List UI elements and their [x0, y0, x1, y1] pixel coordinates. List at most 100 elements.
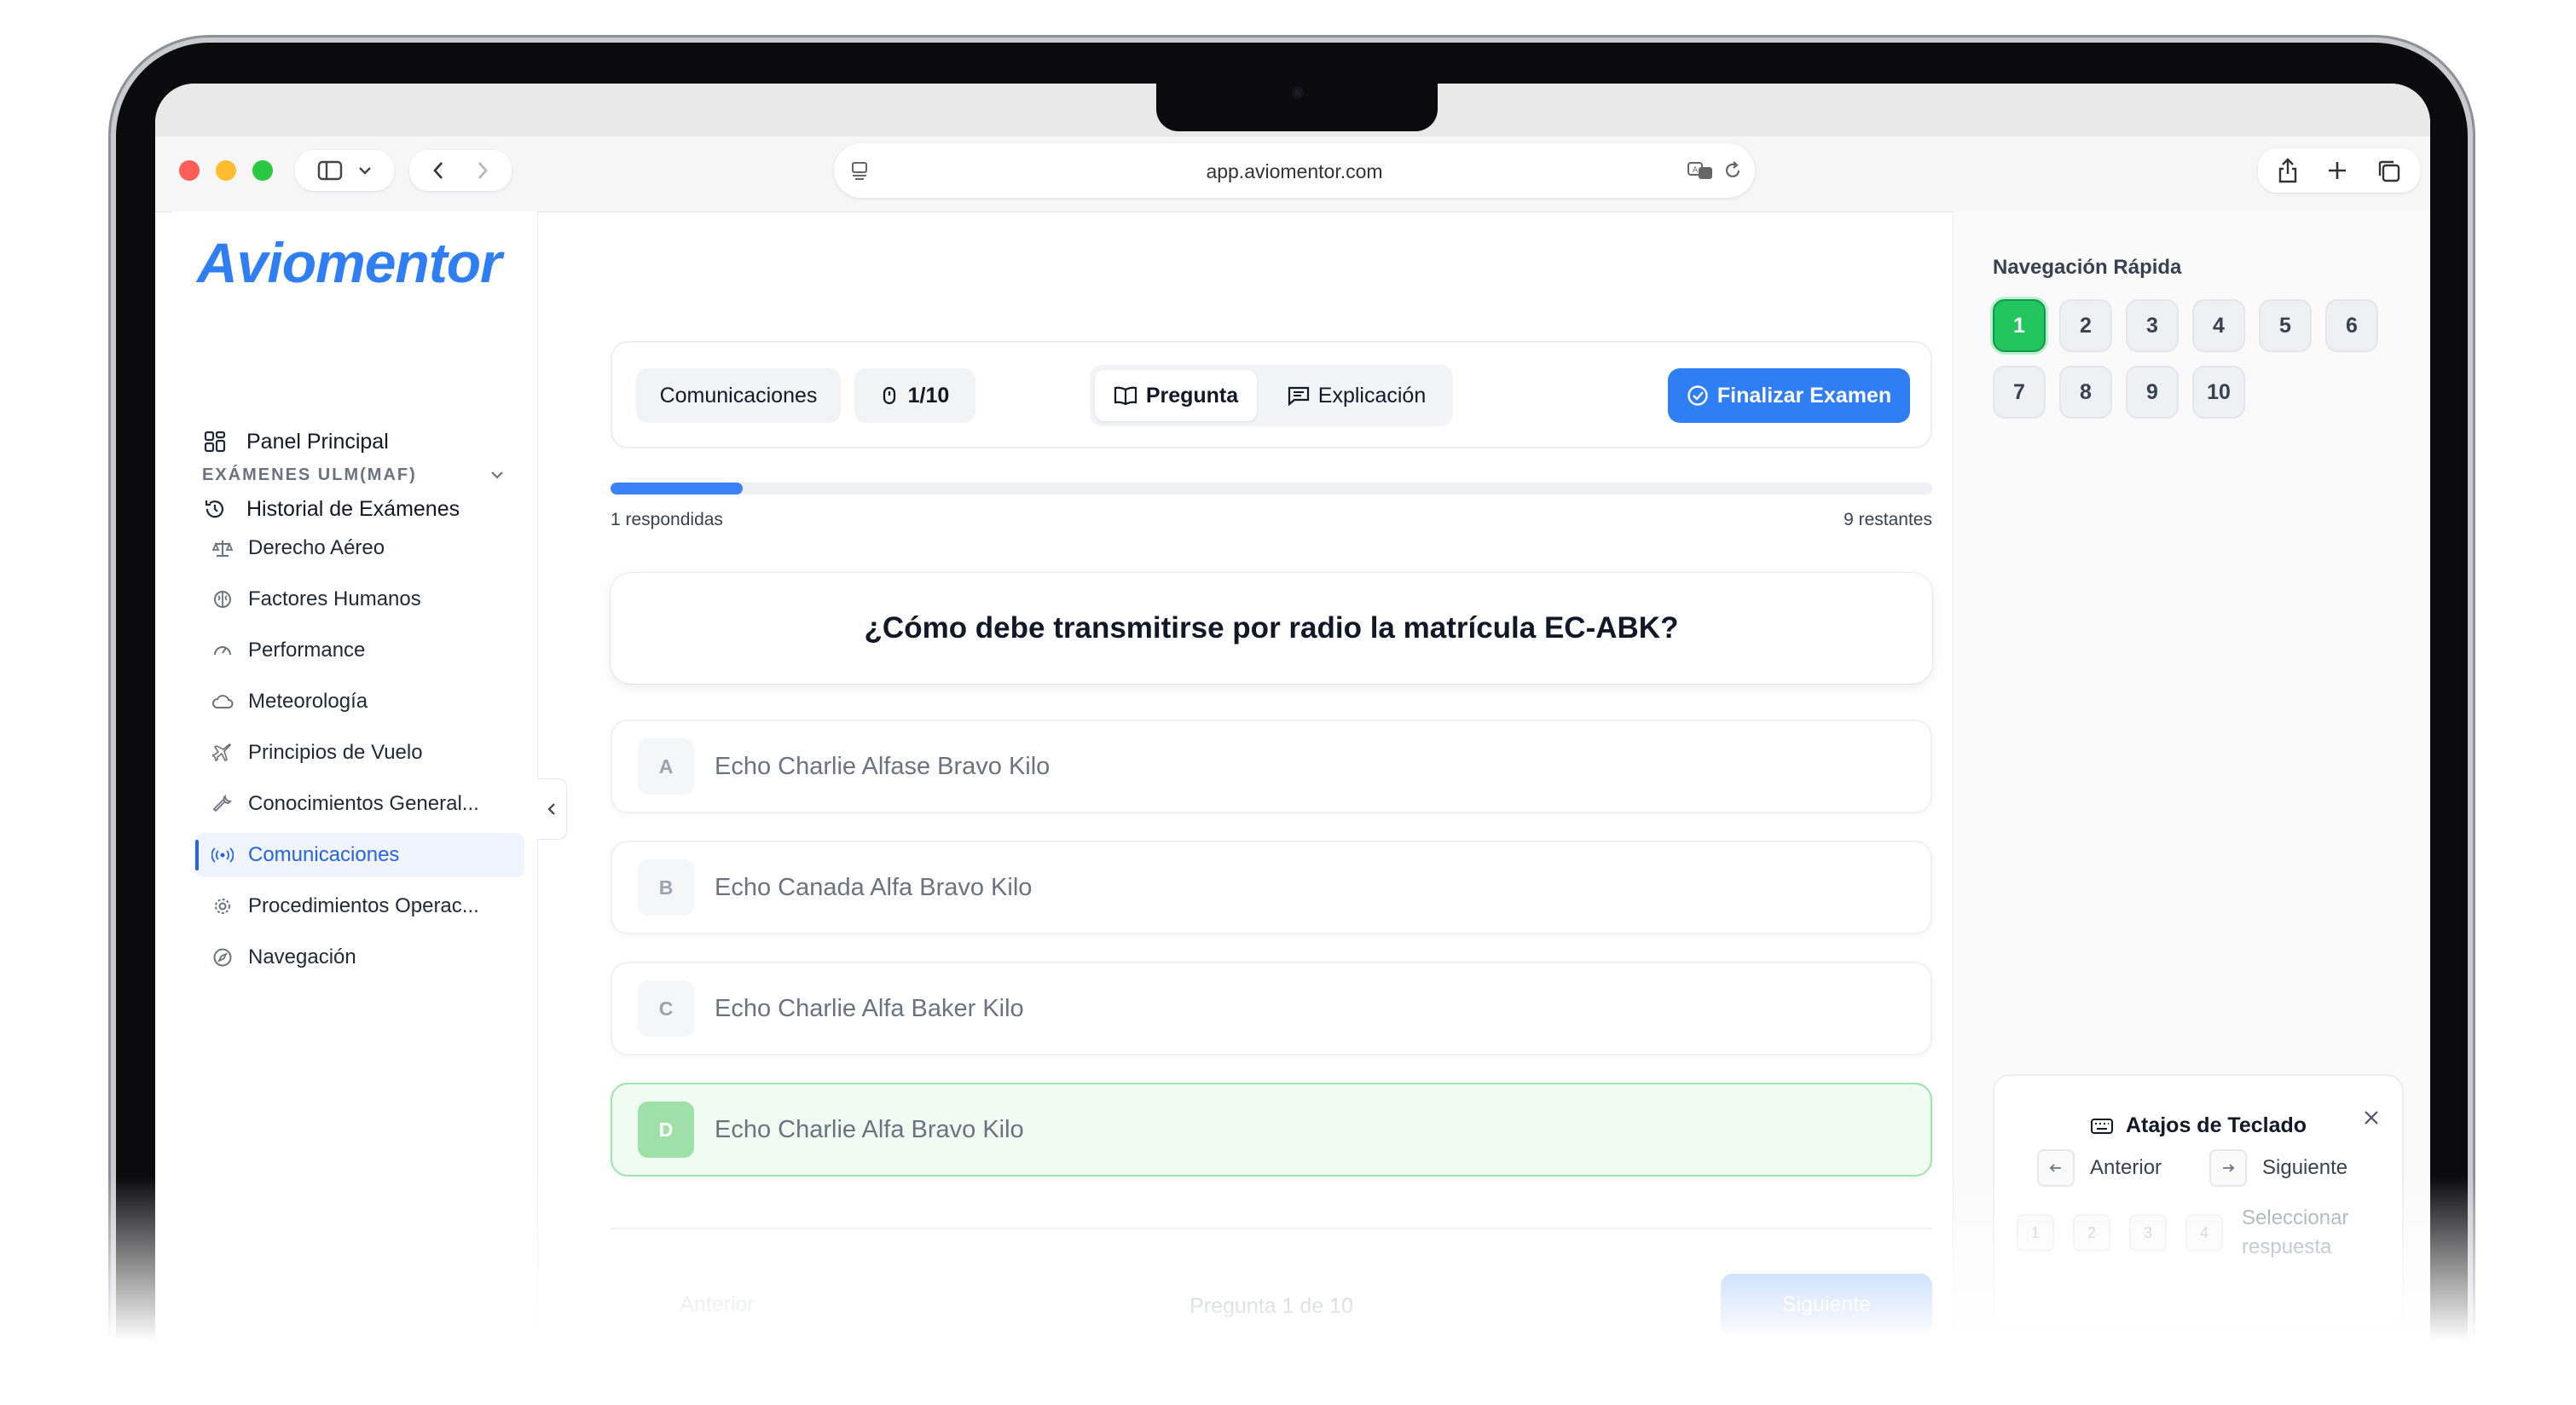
exam-main: Comunicaciones 1/10 Pregunta Explicación… [564, 211, 2095, 1373]
plus-icon[interactable] [2327, 160, 2347, 181]
arrow-right-icon [2223, 1164, 2235, 1172]
scale-icon [211, 536, 234, 560]
number-key: 2 [2073, 1214, 2110, 1252]
question-card: ¿Cómo debe transmitirse por radio la mat… [611, 573, 1932, 684]
arrow-left-key [2037, 1149, 2075, 1187]
chevron-right-icon[interactable] [477, 160, 489, 181]
answer-option-a[interactable]: A Echo Charlie Alfase Bravo Kilo [611, 720, 1932, 813]
app-logo[interactable]: Aviomentor [197, 230, 502, 295]
view-toggle: Pregunta Explicación [1090, 365, 1453, 426]
sidebar-item-label: Comunicaciones [248, 843, 400, 866]
sidebar-item-navegacion[interactable]: Navegación [195, 935, 524, 980]
number-key: 1 [2017, 1214, 2054, 1252]
chevron-down-icon[interactable] [489, 465, 505, 485]
cloud-icon [211, 690, 234, 714]
question-nav-button[interactable]: 4 [2192, 299, 2245, 352]
check-circle-icon [1687, 385, 1708, 406]
option-text: Echo Charlie Alfase Bravo Kilo [715, 752, 1051, 780]
timer-icon [883, 386, 895, 405]
finish-label: Finalizar Examen [1716, 383, 1892, 408]
minimize-window-button[interactable] [216, 160, 236, 181]
close-icon[interactable] [2363, 1105, 2380, 1132]
url-text: app.aviomentor.com [1206, 160, 1383, 182]
zoom-window-button[interactable] [252, 160, 273, 181]
question-nav-button[interactable]: 2 [2059, 299, 2112, 352]
dashboard-icon [202, 429, 228, 454]
compass-icon [211, 945, 234, 969]
tab-label: Pregunta [1145, 383, 1239, 408]
sidebar-toggle-button[interactable] [295, 150, 394, 191]
answered-count: 1 respondidas [611, 510, 723, 529]
sidebar-item-principios-vuelo[interactable]: Principios de Vuelo [195, 731, 524, 775]
shortcuts-header: Atajos de Teclado [1994, 1113, 2402, 1138]
question-nav-button[interactable]: 10 [2192, 366, 2245, 419]
gauge-icon [211, 639, 234, 662]
finish-exam-button[interactable]: Finalizar Examen [1668, 368, 1910, 423]
shortcuts-title: Atajos de Teclado [2125, 1113, 2307, 1137]
section-header[interactable]: EXÁMENES ULM(MAF) [202, 465, 417, 485]
sidebar-item-comunicaciones[interactable]: Comunicaciones [195, 833, 524, 877]
tab-label: Explicación [1317, 383, 1427, 408]
sidebar-item-derecho-aereo[interactable]: Derecho Aéreo [195, 526, 524, 570]
radio-icon [211, 843, 234, 867]
shortcut-select: 1 2 3 4 Seleccionar respuesta [2017, 1204, 2361, 1262]
message-icon [1288, 386, 1309, 406]
remaining-count: 9 restantes [1844, 510, 1932, 529]
question-text: ¿Cómo debe transmitirse por radio la mat… [864, 611, 1679, 645]
answer-option-b[interactable]: B Echo Canada Alfa Bravo Kilo [611, 841, 1932, 934]
shortcut-previous: Anterior [2037, 1149, 2162, 1187]
progress-fill [611, 483, 743, 494]
shortcut-next: Siguiente [2209, 1149, 2347, 1187]
laptop-screen: app.aviomentor.com A Aviomentor Panel Pr… [155, 84, 2430, 1373]
address-bar[interactable]: app.aviomentor.com A [834, 143, 1755, 198]
sidebar-item-label: Procedimientos Operac... [248, 894, 479, 917]
gear-icon [211, 894, 234, 918]
history-icon [202, 496, 228, 522]
sidebar-item-meteorologia[interactable]: Meteorología [195, 679, 524, 724]
reload-icon[interactable] [1722, 160, 1743, 181]
collapse-sidebar-button[interactable] [537, 778, 567, 840]
question-nav-button[interactable]: 5 [2259, 299, 2312, 352]
keyboard-icon [2090, 1118, 2113, 1134]
tab-explicacion[interactable]: Explicación [1265, 370, 1448, 421]
sidebar-item-factores-humanos[interactable]: Factores Humanos [195, 577, 524, 622]
sidebar-item-label: Principios de Vuelo [248, 741, 423, 764]
option-text: Echo Charlie Alfa Baker Kilo [715, 994, 1024, 1022]
close-window-button[interactable] [179, 160, 200, 181]
shortcut-label: Seleccionar respuesta [2242, 1206, 2349, 1258]
wrench-icon [211, 792, 234, 816]
sidebar-item-label: Navegación [248, 945, 356, 968]
tab-pregunta[interactable]: Pregunta [1095, 370, 1257, 421]
book-open-icon [1114, 386, 1137, 406]
sidebar-item-label: Performance [248, 639, 366, 662]
translate-icon[interactable]: A [1687, 160, 1716, 181]
number-key: 3 [2129, 1214, 2167, 1252]
sidebar-item-historial[interactable]: Historial de Exámenes [202, 496, 460, 522]
question-counter: 1/10 [854, 368, 975, 423]
progress-bar [611, 483, 1932, 494]
sidebar-item-procedimientos[interactable]: Procedimientos Operac... [195, 884, 524, 928]
question-nav-button[interactable]: 9 [2126, 366, 2179, 419]
chevron-left-icon[interactable] [432, 160, 444, 181]
question-nav-button[interactable]: 1 [1993, 299, 2046, 352]
share-icon[interactable] [2278, 158, 2298, 183]
answer-option-d[interactable]: D Echo Charlie Alfa Bravo Kilo [611, 1083, 1932, 1177]
browser-actions [2258, 148, 2420, 193]
number-key: 4 [2185, 1214, 2223, 1252]
keyboard-shortcuts-card: Atajos de Teclado Anterior Siguiente 1 2… [1993, 1074, 2404, 1330]
option-letter: A [638, 738, 694, 795]
next-button[interactable]: Siguiente [1721, 1274, 1932, 1335]
question-nav-button[interactable]: 8 [2059, 366, 2112, 419]
sidebar-item-conocimientos-generales[interactable]: Conocimientos General... [195, 782, 524, 826]
sidebar-item-panel-principal[interactable]: Panel Principal [202, 429, 389, 454]
question-nav-button[interactable]: 3 [2126, 299, 2179, 352]
option-text: Echo Charlie Alfa Bravo Kilo [715, 1115, 1024, 1143]
question-nav-button[interactable]: 6 [2325, 299, 2378, 352]
tabs-overview-icon[interactable] [2376, 159, 2400, 182]
history-nav-group [409, 150, 512, 191]
question-nav-button[interactable]: 7 [1993, 366, 2046, 419]
sidebar-item-performance[interactable]: Performance [195, 628, 524, 673]
option-letter: D [638, 1101, 694, 1158]
option-text: Echo Canada Alfa Bravo Kilo [715, 873, 1033, 901]
answer-option-c[interactable]: C Echo Charlie Alfa Baker Kilo [611, 962, 1932, 1055]
